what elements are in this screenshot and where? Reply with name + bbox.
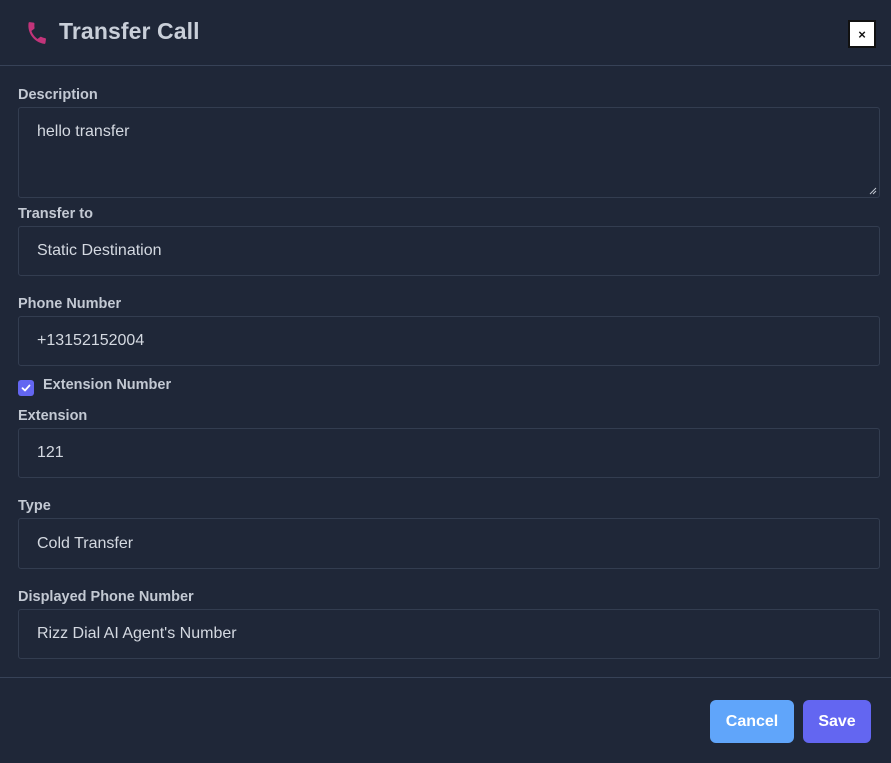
type-select[interactable]: Cold Transfer [18, 518, 880, 569]
extension-number-checkbox[interactable] [18, 380, 34, 396]
cancel-button[interactable]: Cancel [710, 700, 794, 743]
checkmark-icon [21, 384, 31, 392]
dialog-title: Transfer Call [59, 18, 200, 44]
transfer-to-label: Transfer to [18, 206, 93, 222]
extension-input[interactable]: 121 [18, 428, 880, 478]
displayed-phone-number-select[interactable]: Rizz Dial AI Agent's Number [18, 609, 880, 659]
dialog-header: Transfer Call × [0, 0, 891, 66]
transfer-to-select[interactable]: Static Destination [18, 226, 880, 276]
transfer-to-value: Static Destination [37, 242, 162, 259]
close-button[interactable]: × [848, 20, 876, 48]
transfer-call-dialog: Transfer Call × Description hello transf… [0, 0, 891, 763]
phone-number-value: +13152152004 [37, 332, 145, 349]
description-textarea[interactable]: hello transfer [18, 107, 880, 198]
extension-value: 121 [37, 444, 64, 461]
displayed-phone-number-value: Rizz Dial AI Agent's Number [37, 625, 237, 642]
type-value: Cold Transfer [37, 534, 134, 552]
extension-number-checkbox-label[interactable]: Extension Number [43, 377, 171, 393]
phone-icon [24, 20, 50, 46]
extension-label: Extension [18, 408, 88, 424]
description-label: Description [18, 87, 98, 103]
close-icon: × [858, 26, 866, 42]
footer-divider [0, 677, 891, 678]
resize-grip-icon[interactable] [869, 187, 877, 195]
description-value: hello transfer [37, 123, 130, 140]
phone-number-input[interactable]: +13152152004 [18, 316, 880, 366]
phone-number-label: Phone Number [18, 296, 122, 312]
save-button[interactable]: Save [803, 700, 871, 743]
type-label: Type [18, 498, 51, 514]
displayed-phone-number-label: Displayed Phone Number [18, 589, 194, 605]
